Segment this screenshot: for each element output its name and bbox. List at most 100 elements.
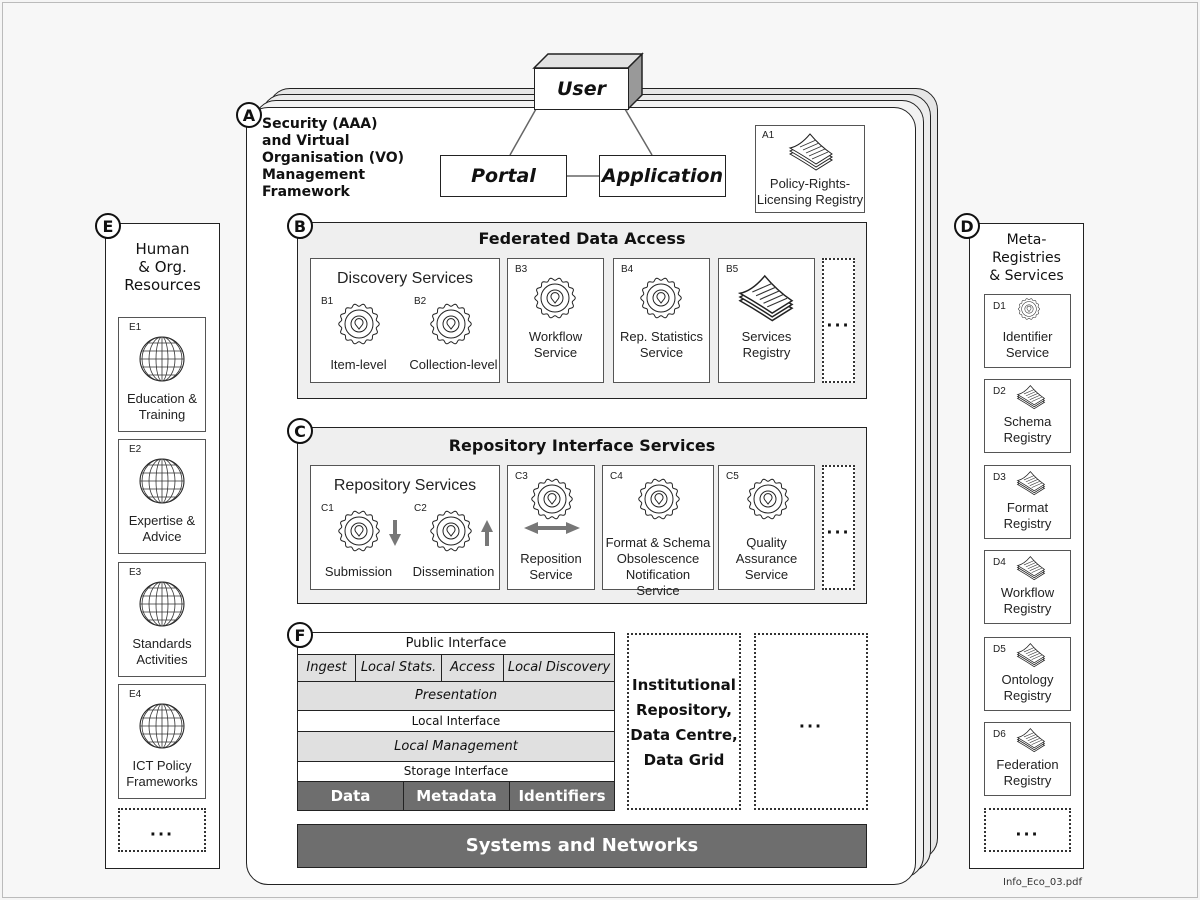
d4-workflow-registry[interactable]: D4 Workflow Registry	[984, 550, 1071, 624]
item-label-line: Services	[741, 329, 792, 344]
item-label-line: Assurance	[735, 551, 798, 566]
c1-submission[interactable]: C1 Submission	[311, 498, 406, 588]
b5-services-registry[interactable]: B5 Services Registry	[718, 258, 815, 383]
item-label-line: Advice	[142, 529, 182, 544]
b4-rep-statistics-service[interactable]: B4 Rep. Statistics Service	[613, 258, 710, 383]
item-label-line: Format	[1006, 500, 1049, 515]
b2-collection-level[interactable]: B2 Collection-level	[406, 291, 501, 381]
local-management-row[interactable]: Local Management	[298, 732, 614, 762]
portal-box[interactable]: Portal	[440, 155, 567, 197]
storage-interface-row[interactable]: Storage Interface	[298, 762, 614, 782]
globe-icon	[139, 336, 185, 382]
public-interface-row[interactable]: Public Interface	[298, 633, 614, 655]
e1-education-training[interactable]: E1 Education & Training	[118, 317, 206, 432]
user-box[interactable]: User	[534, 68, 629, 110]
section-f-badge: F	[287, 622, 313, 648]
institutional-line: Institutional	[632, 676, 736, 694]
section-e-title: Human & Org. Resources	[105, 240, 220, 294]
d-more-placeholder[interactable]: ...	[984, 808, 1071, 852]
item-label-line: Service	[529, 567, 573, 582]
gear-icon	[638, 478, 680, 520]
item-label-line: Frameworks	[126, 774, 198, 789]
systems-and-networks-bar[interactable]: Systems and Networks	[297, 824, 867, 868]
item-label: Item-level	[330, 357, 387, 372]
item-label-line: Workflow	[1000, 585, 1055, 600]
item-code: D4	[993, 557, 1006, 568]
c3-reposition-service[interactable]: C3 Reposition Service	[507, 465, 595, 590]
b-more-placeholder[interactable]: ...	[822, 258, 855, 383]
f-more-placeholder[interactable]: ...	[754, 633, 868, 810]
ingest-cell[interactable]: Ingest	[298, 655, 356, 681]
presentation-row[interactable]: Presentation	[298, 682, 614, 711]
more-ellipsis: ...	[798, 712, 824, 731]
e-more-placeholder[interactable]: ...	[118, 808, 206, 852]
metadata-cell[interactable]: Metadata	[404, 782, 510, 810]
gear-icon	[747, 478, 789, 520]
more-ellipsis: ...	[149, 820, 175, 840]
item-label-line: Policy-Rights-	[769, 176, 851, 191]
item-label-line: Identifier	[1002, 329, 1053, 344]
item-code: E2	[129, 444, 142, 455]
portal-label: Portal	[471, 165, 536, 187]
document-stack-icon	[737, 274, 794, 322]
item-code: D2	[993, 386, 1006, 397]
section-d-title: Meta- Registries & Services	[969, 231, 1084, 285]
item-code: E4	[129, 689, 142, 700]
data-cell[interactable]: Data	[298, 782, 404, 810]
item-code: B3	[515, 264, 528, 275]
c-more-placeholder[interactable]: ...	[822, 465, 855, 590]
item-code: D1	[993, 301, 1006, 312]
item-label-line: Quality	[746, 535, 787, 550]
document-stack-icon	[1016, 471, 1046, 496]
item-label-line: Education &	[126, 391, 198, 406]
section-e-badge: E	[95, 213, 121, 239]
b1-item-level[interactable]: B1 Item-level	[311, 291, 406, 381]
gear-icon	[338, 303, 380, 345]
document-stack-icon	[1016, 556, 1046, 581]
local-interface-row[interactable]: Local Interface	[298, 711, 614, 732]
gear-icon	[338, 510, 380, 552]
item-label-line: Service	[744, 567, 789, 582]
item-label-line: Registry	[1003, 430, 1052, 445]
title-line: Human	[135, 240, 190, 258]
item-label-line: Federation	[996, 757, 1059, 772]
item-code: B1	[321, 296, 334, 307]
a1-policy-rights-registry[interactable]: A1 Policy-Rights- Licensing Registry	[755, 125, 865, 213]
document-stack-icon	[1016, 385, 1046, 410]
e4-ict-policy-frameworks[interactable]: E4 ICT Policy Frameworks	[118, 684, 206, 799]
item-code: B4	[621, 264, 634, 275]
item-code: C1	[321, 503, 334, 514]
gear-icon	[640, 277, 682, 319]
d6-federation-registry[interactable]: D6 Federation Registry	[984, 722, 1071, 796]
globe-icon	[139, 581, 185, 627]
item-code: E3	[129, 567, 142, 578]
d3-format-registry[interactable]: D3 Format Registry	[984, 465, 1071, 539]
globe-icon	[139, 703, 185, 749]
c5-quality-assurance-service[interactable]: C5 Quality Assurance Service	[718, 465, 815, 590]
document-stack-icon	[788, 133, 834, 171]
b3-workflow-service[interactable]: B3 Workflow Service	[507, 258, 604, 383]
more-ellipsis: ...	[1015, 820, 1040, 840]
d1-identifier-service[interactable]: D1 Identifier Service	[984, 294, 1071, 368]
application-box[interactable]: Application	[599, 155, 726, 197]
section-b-title: Federated Data Access	[478, 229, 686, 248]
c2-dissemination[interactable]: C2 Dissemination	[406, 498, 501, 588]
item-code: D5	[993, 644, 1006, 655]
local-discovery-cell[interactable]: Local Discovery	[504, 655, 614, 681]
document-stack-icon	[1016, 728, 1046, 753]
institutional-repository-box[interactable]: Institutional Repository, Data Centre, D…	[627, 633, 741, 810]
e2-expertise-advice[interactable]: E2 Expertise & Advice	[118, 439, 206, 554]
d2-schema-registry[interactable]: D2 Schema Registry	[984, 379, 1071, 453]
access-cell[interactable]: Access	[442, 655, 504, 681]
e3-standards-activities[interactable]: E3 Standards Activities	[118, 562, 206, 677]
c4-format-schema-obsolescence-service[interactable]: C4 Format & Schema Obsolescence Notifica…	[602, 465, 714, 598]
identifiers-cell[interactable]: Identifiers	[510, 782, 614, 810]
item-code: D6	[993, 729, 1006, 740]
d5-ontology-registry[interactable]: D5 Ontology Registry	[984, 637, 1071, 711]
item-label: Submission	[324, 564, 393, 579]
item-label-line: Licensing Registry	[756, 192, 864, 207]
item-code: B2	[414, 296, 427, 307]
item-label-line: Workflow	[528, 329, 583, 344]
local-stats-cell[interactable]: Local Stats.	[356, 655, 442, 681]
item-code: E1	[129, 322, 142, 333]
